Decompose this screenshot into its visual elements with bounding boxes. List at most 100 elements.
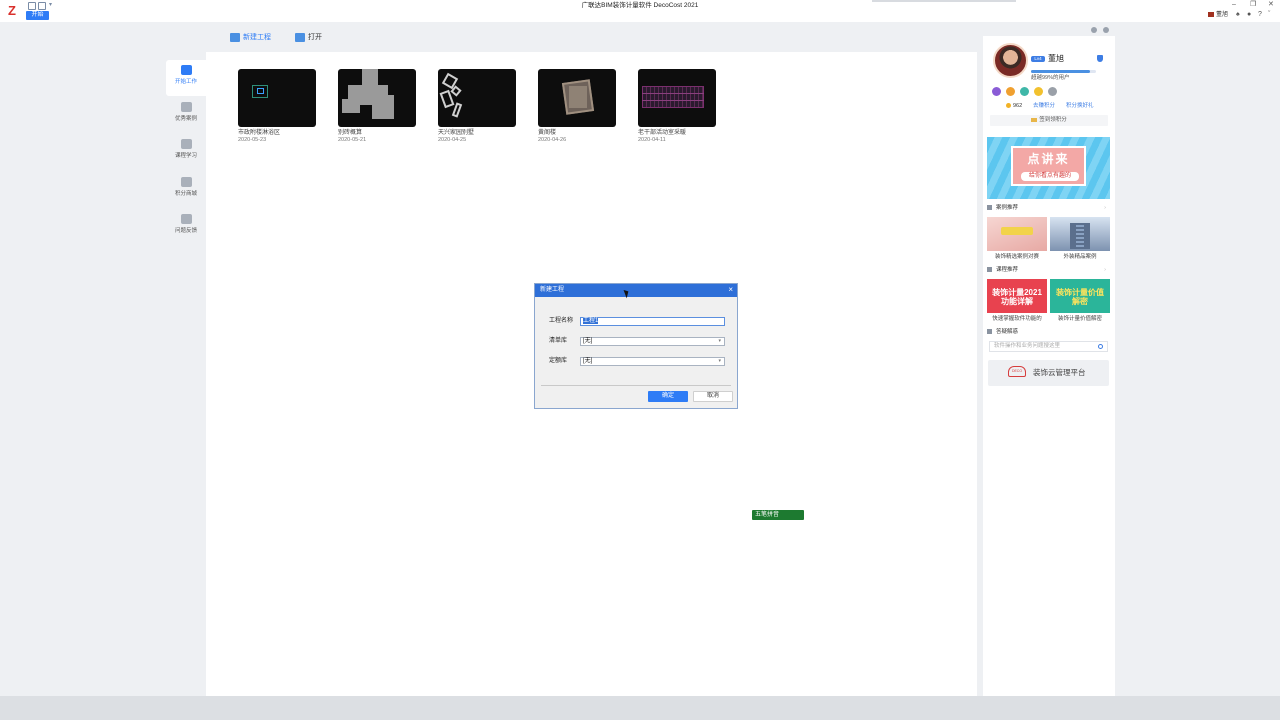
nav-item-cases[interactable]: 优秀案例	[166, 97, 206, 133]
avatar[interactable]	[993, 43, 1028, 78]
qa-section-header: 答疑解惑	[987, 328, 1109, 337]
daily-checkin-button[interactable]: 签到领积分	[990, 115, 1108, 126]
tab-start[interactable]: 开始	[26, 11, 49, 20]
cancel-button[interactable]: 取消	[693, 391, 733, 402]
quota-library-label: 定额库	[549, 358, 568, 364]
list-library-label: 清单库	[549, 338, 568, 344]
project-thumbnail	[538, 69, 616, 127]
dialog-titlebar[interactable]: 新建工程 ×	[535, 284, 737, 297]
redeem-points-link[interactable]: 积分换好礼	[1066, 102, 1094, 110]
bell-icon[interactable]: ♠	[1236, 10, 1240, 19]
project-name: 黄阁楼	[538, 130, 557, 136]
project-thumbnail	[438, 69, 516, 127]
case-header-label: 案例推荐	[996, 205, 1019, 211]
ok-button[interactable]: 确定	[648, 391, 688, 402]
titlebar-user[interactable]: 董旭	[1208, 11, 1228, 19]
nav-item-points-mall[interactable]: 积分商城	[166, 172, 206, 208]
project-date: 2020-05-23	[238, 137, 267, 143]
ad-title: 点讲来	[1027, 152, 1070, 166]
project-thumbnail	[238, 69, 316, 127]
open-button[interactable]: 打开	[295, 32, 322, 44]
save-icon[interactable]	[28, 2, 36, 10]
course-caption[interactable]: 装饰计量价值解密	[1050, 315, 1110, 323]
dialog-close-icon[interactable]: ×	[728, 285, 733, 295]
medal-icon[interactable]	[1020, 87, 1029, 96]
daily-checkin-label: 签到领积分	[1039, 117, 1067, 123]
nav-item-start-work[interactable]: 开始工作	[166, 60, 206, 96]
course-thumb-text: 装饰计量2021功能详解	[992, 288, 1042, 306]
earn-points-link[interactable]: 去赚积分	[1033, 102, 1055, 110]
nav-item-feedback[interactable]: 问题反馈	[166, 209, 206, 245]
title-search-strip	[872, 0, 1016, 2]
new-project-button[interactable]: 新建工程	[230, 32, 271, 44]
username: 董旭	[1048, 54, 1064, 63]
project-name: 市政附楼淋浴区	[238, 130, 281, 136]
message-icon[interactable]	[1091, 27, 1097, 33]
quota-library-select[interactable]: [无] ▾	[580, 357, 725, 366]
case-thumbnail[interactable]	[1050, 217, 1110, 251]
plus-icon	[230, 32, 240, 42]
account-icon[interactable]: ●	[1247, 10, 1251, 19]
ime-toolbar[interactable]: 五笔拼音	[752, 510, 804, 520]
restore-icon[interactable]: ❐	[1250, 1, 1256, 9]
nav-item-label: 问题反馈	[174, 228, 197, 234]
project-card[interactable]: 市政附楼淋浴区 2020-05-23	[238, 69, 316, 144]
case-section-header: 案例推荐 ›	[987, 204, 1109, 213]
status-bar	[0, 696, 1280, 720]
case-thumbnail[interactable]	[987, 217, 1047, 251]
project-date: 2020-04-11	[638, 137, 666, 143]
medal-icon[interactable]	[1048, 87, 1057, 96]
course-icon	[987, 267, 992, 273]
titlebar-username: 董旭	[1216, 12, 1229, 18]
case-caption[interactable]: 装饰精选案例对赛	[987, 253, 1047, 261]
folder-icon	[295, 32, 305, 42]
project-name-input[interactable]: 工程1	[580, 317, 725, 326]
quick-access-dropdown-icon[interactable]: ▾	[49, 1, 52, 8]
chevron-down-icon: ▾	[718, 358, 721, 364]
case-icon	[987, 205, 992, 211]
close-icon[interactable]: ✕	[1268, 1, 1274, 9]
new-project-label: 新建工程	[243, 34, 271, 41]
project-card[interactable]: 天兴家园别墅 2020-04-25	[438, 69, 516, 144]
medal-icon[interactable]	[1006, 87, 1015, 96]
project-date: 2020-04-25	[438, 137, 467, 143]
quota-library-value: [无]	[583, 358, 593, 364]
course-section-header: 课程推荐 ›	[987, 266, 1109, 275]
medal-icon[interactable]	[992, 87, 1001, 96]
minimize-ribbon-icon[interactable]: ˇ	[1268, 10, 1270, 19]
project-thumbnail	[638, 69, 716, 127]
app-logo-icon[interactable]: Z	[5, 3, 19, 19]
refresh-icon[interactable]	[1103, 27, 1109, 33]
ad-subtitle: 给你看点有趣的	[1021, 172, 1079, 181]
coin-icon	[1006, 103, 1011, 109]
chevron-right-icon[interactable]: ›	[1104, 204, 1106, 213]
qa-search-input[interactable]: 软件操作和业务问题搜这里	[989, 341, 1108, 352]
ime-label: 五笔拼音	[755, 512, 780, 518]
chevron-down-icon: ▾	[718, 338, 721, 344]
vip-shield-icon	[1097, 55, 1103, 62]
project-card[interactable]: 黄阁楼 2020-04-26	[538, 69, 616, 144]
list-library-select[interactable]: [无] ▾	[580, 337, 725, 346]
help-icon[interactable]: ?	[1258, 10, 1262, 19]
nav-item-label: 优秀案例	[174, 116, 197, 122]
title-bar: Z ▾ 开始 广联达BIM装饰计量软件 DecoCost 2021 董旭 ♠ ●…	[0, 0, 1280, 22]
nav-item-label: 开始工作	[174, 79, 197, 85]
minimize-icon[interactable]: –	[1232, 1, 1236, 9]
course-thumbnail[interactable]: 装饰计量价值解密	[1050, 279, 1110, 313]
course-thumbnail[interactable]: 装饰计量2021功能详解	[987, 279, 1047, 313]
course-caption[interactable]: 快速掌握软件功能的	[987, 315, 1047, 323]
project-card[interactable]: 别砖概算 2020-05-21	[338, 69, 416, 144]
level-progress-fill	[1031, 70, 1090, 73]
nav-item-courses[interactable]: 课程学习	[166, 134, 206, 170]
undo-icon[interactable]	[38, 2, 46, 10]
medal-icon[interactable]	[1034, 87, 1043, 96]
project-card[interactable]: 老干部活动室采暖 2020-04-11	[638, 69, 716, 144]
project-thumbnail	[338, 69, 416, 127]
search-icon[interactable]	[1098, 344, 1103, 349]
qa-header-label: 答疑解惑	[996, 329, 1019, 335]
dialog-title: 新建工程	[540, 287, 565, 293]
ad-banner[interactable]: 点讲来 给你看点有趣的	[987, 137, 1110, 199]
chevron-right-icon[interactable]: ›	[1104, 266, 1106, 275]
case-caption[interactable]: 外装精品案例	[1050, 253, 1110, 261]
bag-icon	[180, 177, 192, 187]
